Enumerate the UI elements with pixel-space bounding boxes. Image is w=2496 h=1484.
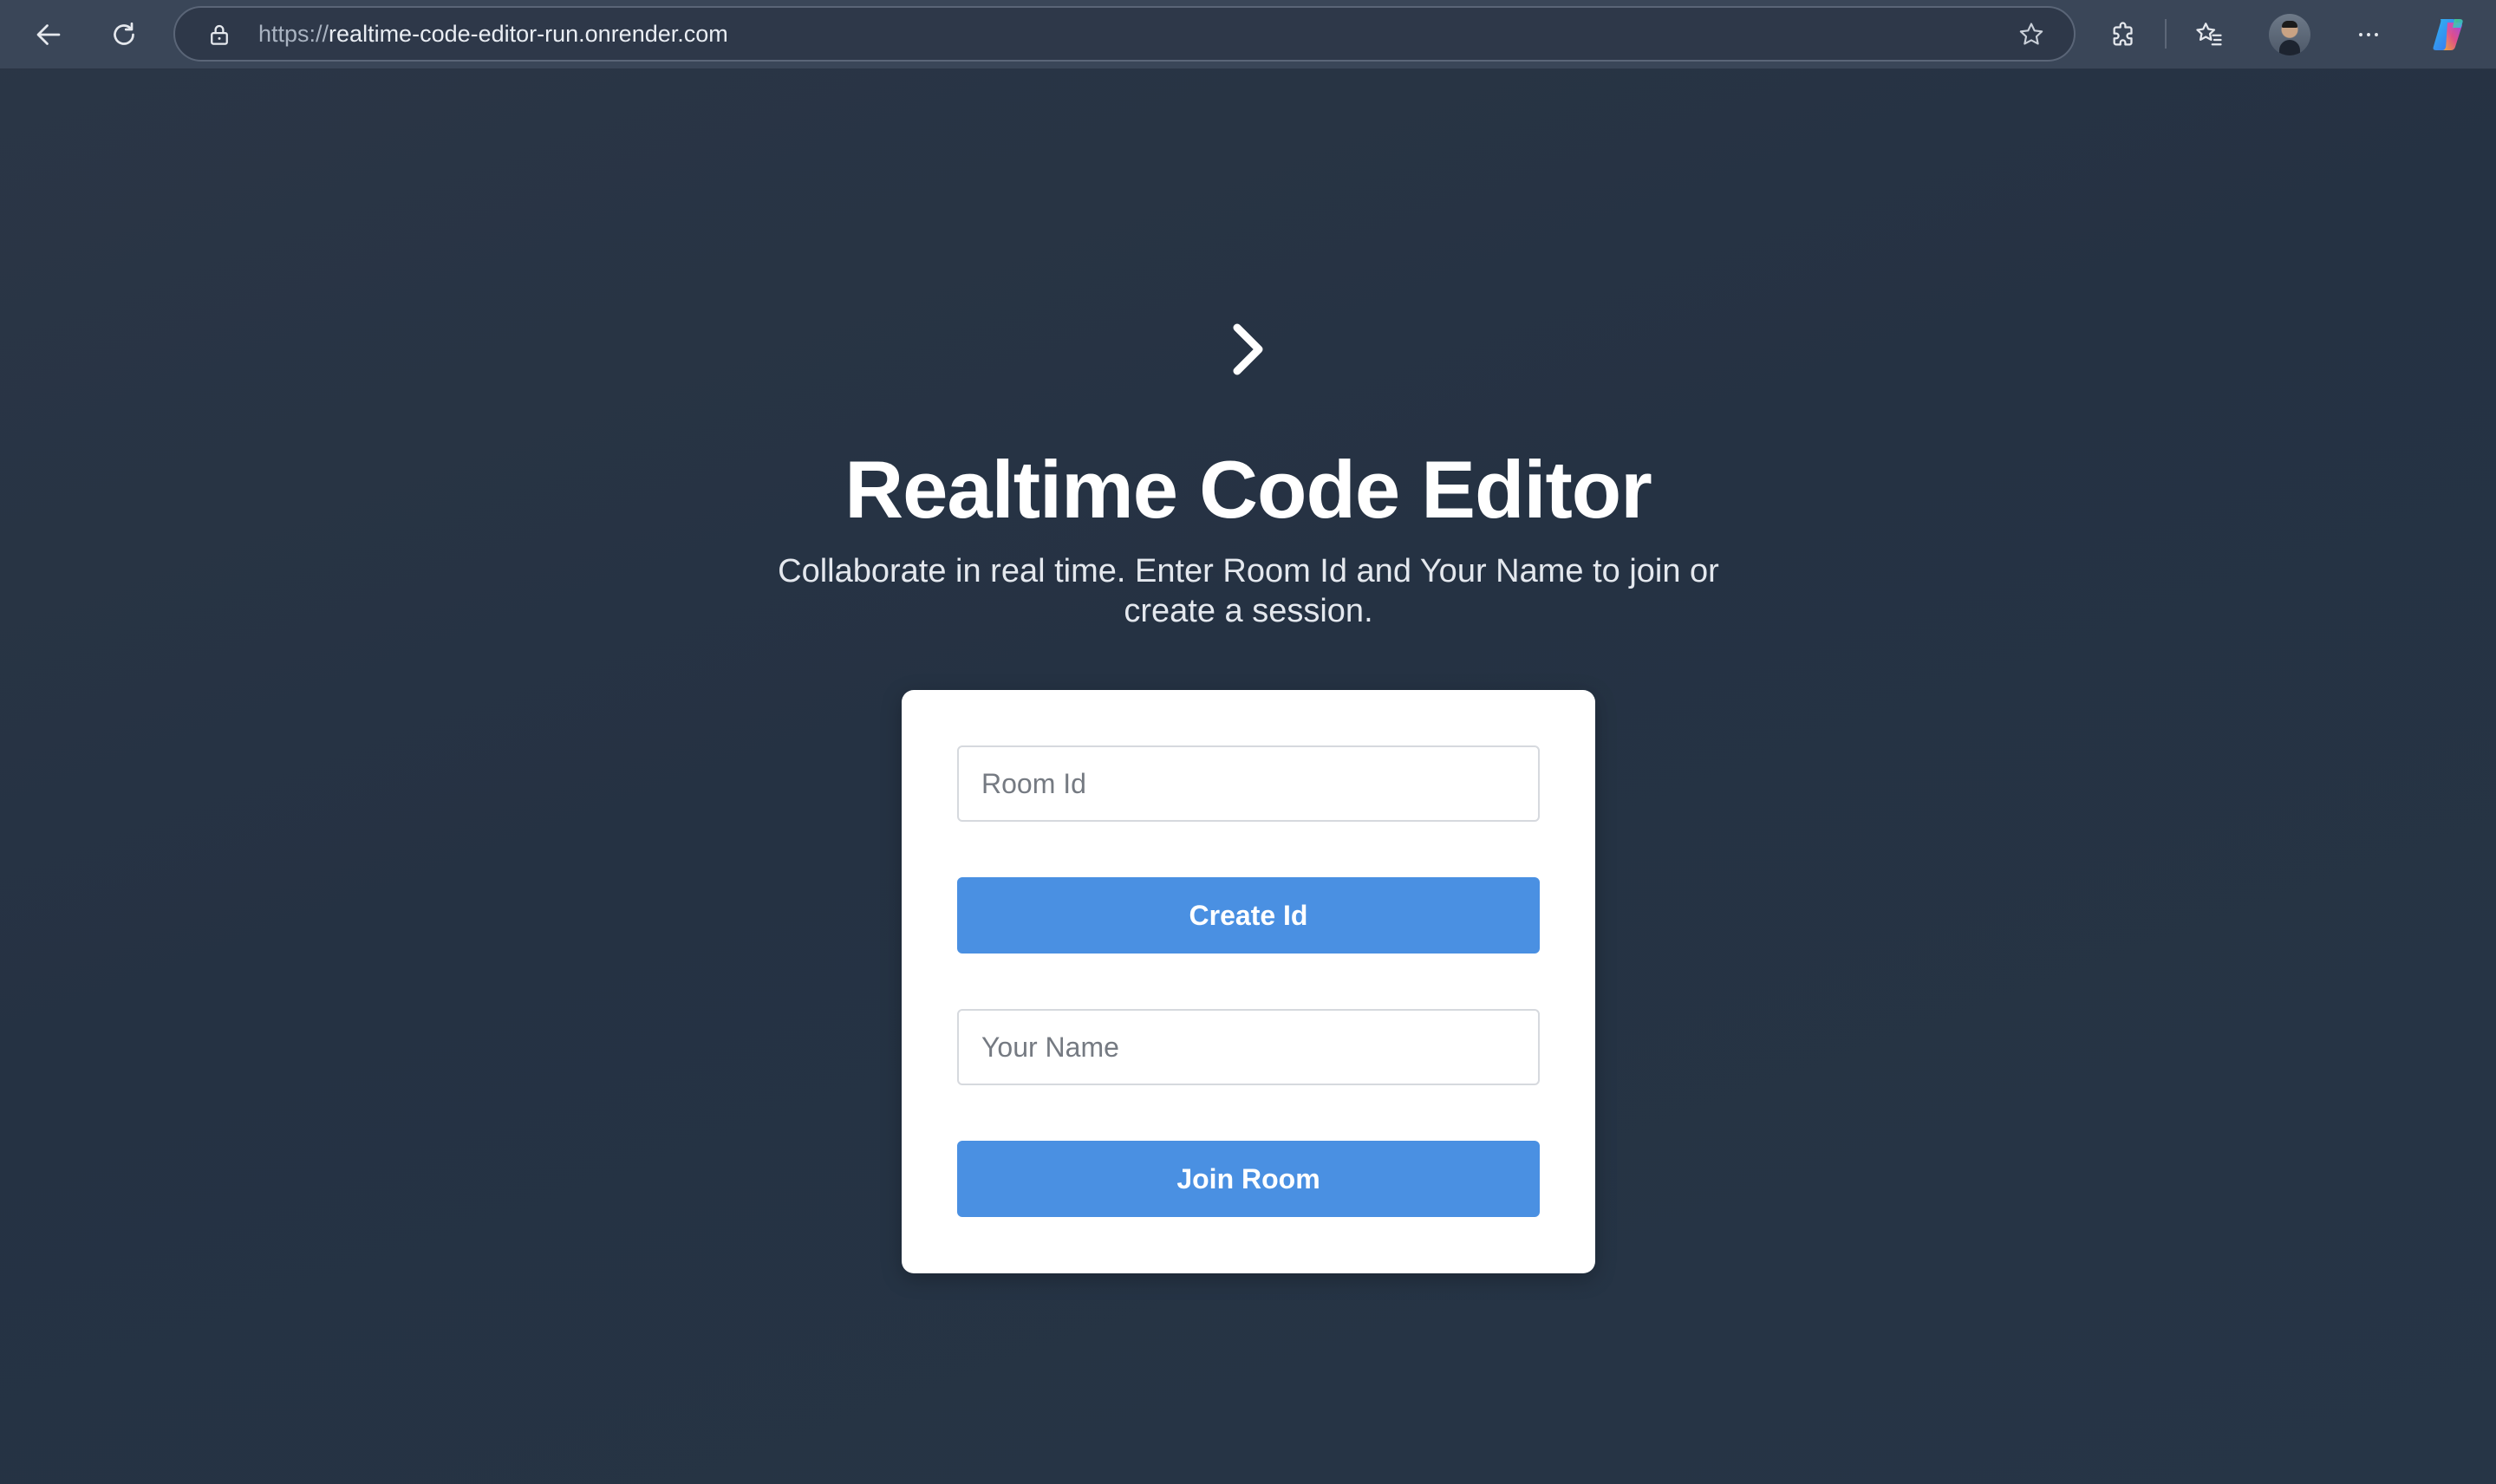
- favorites-button[interactable]: [2190, 16, 2228, 54]
- star-icon[interactable]: [2017, 20, 2046, 49]
- puzzle-icon: [2113, 22, 2133, 46]
- lock-icon[interactable]: [206, 22, 232, 48]
- reload-icon: [114, 22, 134, 45]
- page-subtitle: Collaborate in real time. Enter Room Id …: [778, 553, 1719, 629]
- create-id-button[interactable]: Create Id: [957, 877, 1540, 954]
- back-button[interactable]: [29, 16, 68, 54]
- browser-toolbar: https://realtime-code-editor-run.onrende…: [0, 0, 2496, 69]
- copilot-icon[interactable]: [2428, 14, 2470, 55]
- url-text[interactable]: https://realtime-code-editor-run.onrende…: [258, 8, 728, 60]
- room-id-input[interactable]: [957, 745, 1540, 822]
- favorites-icon: [2196, 23, 2222, 46]
- toolbar-divider: [2165, 19, 2167, 49]
- page-title: Realtime Code Editor: [844, 444, 1652, 535]
- avatar-hair: [2282, 21, 2297, 28]
- reload-button[interactable]: [105, 16, 143, 54]
- ellipsis-icon: [2359, 33, 2378, 36]
- join-card: Create Id Join Room: [902, 690, 1595, 1273]
- extensions-button[interactable]: [2105, 16, 2143, 54]
- avatar-torso: [2279, 40, 2300, 55]
- chevron-right-icon: [1233, 323, 1263, 375]
- avatar[interactable]: [2269, 14, 2310, 55]
- your-name-input[interactable]: [957, 1009, 1540, 1085]
- url-scheme: https://: [258, 21, 329, 47]
- url-host: realtime-code-editor-run.onrender.com: [329, 21, 728, 47]
- more-button[interactable]: [2349, 16, 2388, 54]
- arrow-left-icon: [36, 24, 61, 45]
- join-room-button[interactable]: Join Room: [957, 1141, 1540, 1217]
- address-bar[interactable]: https://realtime-code-editor-run.onrende…: [173, 6, 2076, 62]
